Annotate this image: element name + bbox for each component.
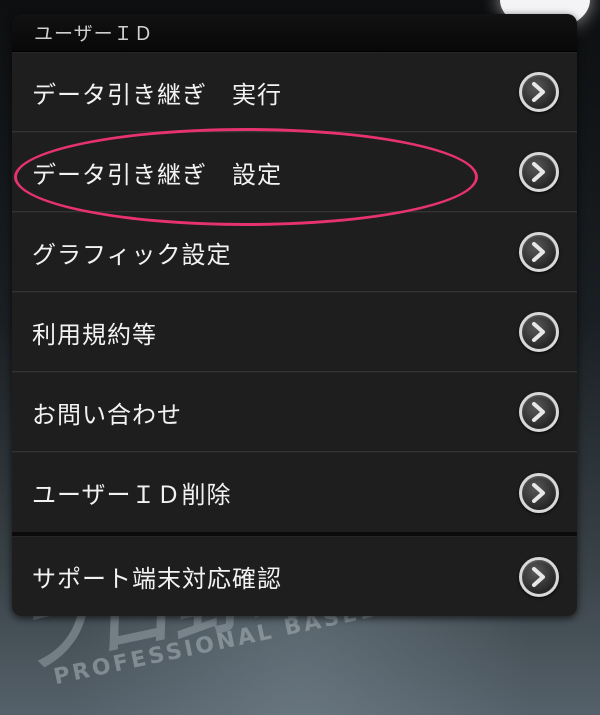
menu-group-support: サポート端末対応確認 <box>12 536 577 616</box>
chevron-right-icon[interactable] <box>519 152 559 192</box>
chevron-right-icon[interactable] <box>519 392 559 432</box>
menu-item-contact[interactable]: お問い合わせ <box>12 372 577 452</box>
panel-header-label: ユーザーＩＤ <box>34 23 154 45</box>
chevron-right-icon[interactable] <box>519 312 559 352</box>
menu-item-terms-of-use[interactable]: 利用規約等 <box>12 292 577 372</box>
menu-item-label: グラフィック設定 <box>32 240 232 269</box>
chevron-right-icon[interactable] <box>519 472 559 513</box>
menu-item-label: データ引き継ぎ 実行 <box>32 80 282 109</box>
menu-item-supported-devices[interactable]: サポート端末対応確認 <box>12 536 577 616</box>
menu-item-label: サポート端末対応確認 <box>32 565 282 593</box>
menu-item-label: お問い合わせ <box>32 400 182 429</box>
chevron-right-icon[interactable] <box>519 232 559 272</box>
menu-item-data-transfer-execute[interactable]: データ引き継ぎ 実行 <box>12 52 577 132</box>
menu-item-label: データ引き継ぎ 設定 <box>32 160 282 189</box>
settings-menu-panel: ユーザーＩＤ データ引き継ぎ 実行 データ引き継ぎ 設定 グラフィック設定 利用… <box>12 14 577 616</box>
menu-item-graphic-settings[interactable]: グラフィック設定 <box>12 212 577 292</box>
menu-group-main: データ引き継ぎ 実行 データ引き継ぎ 設定 グラフィック設定 利用規約等 お問い… <box>12 52 577 532</box>
menu-item-data-transfer-settings[interactable]: データ引き継ぎ 設定 <box>12 132 577 212</box>
panel-header: ユーザーＩＤ <box>12 14 577 52</box>
chevron-right-icon[interactable] <box>519 556 559 597</box>
menu-item-delete-user-id[interactable]: ユーザーＩＤ削除 <box>12 452 577 532</box>
menu-item-label: ユーザーＩＤ削除 <box>32 481 232 509</box>
chevron-right-icon[interactable] <box>519 72 559 112</box>
menu-item-label: 利用規約等 <box>32 320 157 349</box>
